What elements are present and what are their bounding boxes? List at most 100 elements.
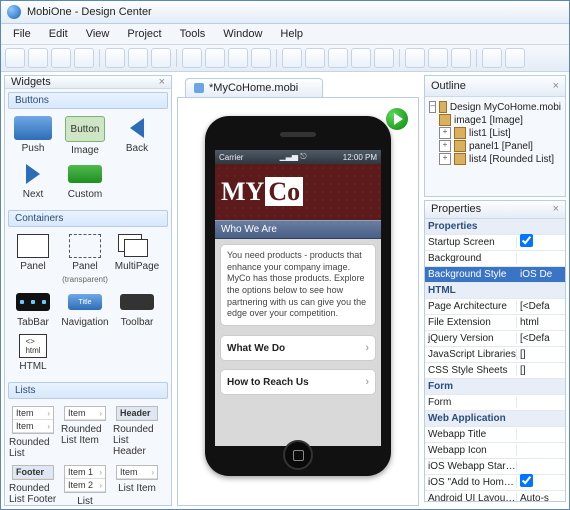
speaker-icon <box>280 132 316 137</box>
toolbar-button[interactable] <box>505 48 525 68</box>
properties-table[interactable]: Properties Startup Screen Background Bac… <box>425 219 565 501</box>
toolbar-button[interactable] <box>305 48 325 68</box>
widget-back[interactable]: Back <box>113 116 161 156</box>
toolbar-button[interactable] <box>151 48 171 68</box>
widget-toolbar[interactable]: Toolbar <box>113 290 161 328</box>
custom-icon <box>66 162 104 186</box>
widget-rounded-list-footer[interactable]: Footer Rounded List Footer <box>9 465 57 507</box>
banner-image[interactable]: MYCo <box>215 164 381 220</box>
prop-category[interactable]: Web Application <box>425 411 565 427</box>
document-tab-label: *MyCoHome.mobi <box>209 82 298 94</box>
prop-category[interactable]: Properties <box>425 219 565 235</box>
back-icon <box>118 116 156 140</box>
prop-row: CSS Style Sheets[] <box>425 363 565 379</box>
expand-icon[interactable]: + <box>439 140 451 152</box>
toolbar-button[interactable] <box>105 48 125 68</box>
toolbar-button[interactable] <box>282 48 302 68</box>
widget-custom[interactable]: Custom <box>61 162 109 200</box>
image-icon: Button <box>65 116 105 142</box>
toolbar-separator <box>476 49 477 67</box>
node-icon <box>454 127 466 139</box>
widget-panel[interactable]: Panel <box>9 234 57 284</box>
toolbar-button[interactable] <box>228 48 248 68</box>
prop-row: Form <box>425 395 565 411</box>
toolbar-button[interactable] <box>28 48 48 68</box>
section-lists[interactable]: Lists <box>8 382 168 399</box>
expand-icon[interactable]: + <box>439 127 451 139</box>
toolbar-button[interactable] <box>328 48 348 68</box>
lists-grid: Item› Item› Rounded List Item› Rounded L… <box>5 401 171 509</box>
toolbar-separator <box>176 49 177 67</box>
run-button[interactable] <box>386 108 408 130</box>
widget-panel-transparent[interactable]: Panel (transparent) <box>61 234 109 284</box>
prop-row: Background <box>425 251 565 267</box>
properties-tab[interactable]: Properties × <box>425 201 565 219</box>
widget-navigation[interactable]: Title Navigation <box>61 290 109 328</box>
toolbar-button[interactable] <box>451 48 471 68</box>
widget-push[interactable]: Push <box>9 116 57 156</box>
toolbar-button[interactable] <box>51 48 71 68</box>
toolbar-button[interactable] <box>428 48 448 68</box>
widget-image[interactable]: Button Image <box>61 116 109 156</box>
tree-item[interactable]: +list4 [Rounded List] <box>429 153 561 165</box>
close-icon[interactable]: × <box>159 76 165 88</box>
canvas[interactable]: ↖ Carrier ▁▃▅ ⎋ 12:00 PM MYCo <box>177 97 419 506</box>
outline-tree[interactable]: – Design MyCoHome.mobi image1 [Image] +l… <box>425 97 565 196</box>
outline-title: Outline <box>431 80 466 92</box>
toolbar-icon <box>118 290 156 314</box>
outline-tab[interactable]: Outline × <box>425 76 565 97</box>
toolbar-button[interactable] <box>74 48 94 68</box>
toolbar-button[interactable] <box>251 48 271 68</box>
rounded-list-item-icon: Item› <box>64 406 106 421</box>
widget-tabbar[interactable]: TabBar <box>9 290 57 328</box>
widget-list-item[interactable]: Item› List Item <box>113 465 161 507</box>
checkbox[interactable] <box>520 234 533 247</box>
menu-file[interactable]: File <box>5 26 39 42</box>
widget-rounded-list-item[interactable]: Item› Rounded List Item <box>61 406 109 459</box>
widgets-tab[interactable]: Widgets × <box>5 76 171 89</box>
widget-next[interactable]: Next <box>9 162 57 200</box>
menu-tools[interactable]: Tools <box>172 26 214 42</box>
toolbar-button[interactable] <box>5 48 25 68</box>
section-containers[interactable]: Containers <box>8 210 168 227</box>
link-how-to-reach-us[interactable]: How to Reach Us› <box>220 369 376 395</box>
toolbar-button[interactable] <box>205 48 225 68</box>
checkbox[interactable] <box>520 474 533 487</box>
tree-item[interactable]: +list1 [List] <box>429 127 561 139</box>
right-column: Outline × – Design MyCoHome.mobi image1 … <box>424 75 566 506</box>
close-icon[interactable]: × <box>553 203 559 215</box>
tree-root[interactable]: – Design MyCoHome.mobi <box>429 101 561 113</box>
widget-rounded-list-header[interactable]: Header Rounded List Header <box>113 406 161 459</box>
menu-edit[interactable]: Edit <box>41 26 76 42</box>
tree-item[interactable]: image1 [Image] <box>429 114 561 126</box>
toolbar-button[interactable] <box>351 48 371 68</box>
widget-list[interactable]: Item 1› Item 2› List <box>61 465 109 507</box>
menu-window[interactable]: Window <box>215 26 270 42</box>
prop-category[interactable]: HTML <box>425 283 565 299</box>
close-icon[interactable]: × <box>553 80 559 92</box>
menu-help[interactable]: Help <box>272 26 311 42</box>
home-button[interactable] <box>283 440 313 470</box>
toolbar-button[interactable] <box>374 48 394 68</box>
device-screen[interactable]: Carrier ▁▃▅ ⎋ 12:00 PM MYCo Who We Are Y… <box>215 150 381 446</box>
node-icon <box>439 114 451 126</box>
toolbar-button[interactable] <box>482 48 502 68</box>
widget-html[interactable]: <>html HTML <box>9 334 57 372</box>
collapse-icon[interactable]: – <box>429 101 436 113</box>
widget-rounded-list[interactable]: Item› Item› Rounded List <box>9 406 57 459</box>
expand-icon[interactable]: + <box>439 153 451 165</box>
toolbar-separator <box>276 49 277 67</box>
intro-paragraph[interactable]: You need products - products that enhanc… <box>220 244 376 326</box>
menu-project[interactable]: Project <box>119 26 169 42</box>
section-title[interactable]: Who We Are <box>215 220 381 239</box>
document-tab[interactable]: *MyCoHome.mobi <box>185 78 323 97</box>
menu-view[interactable]: View <box>78 26 118 42</box>
toolbar-button[interactable] <box>405 48 425 68</box>
section-buttons[interactable]: Buttons <box>8 92 168 109</box>
tree-item[interactable]: +panel1 [Panel] <box>429 140 561 152</box>
link-what-we-do[interactable]: What We Do› <box>220 335 376 361</box>
toolbar-button[interactable] <box>128 48 148 68</box>
prop-category[interactable]: Form <box>425 379 565 395</box>
toolbar-button[interactable] <box>182 48 202 68</box>
widget-multipage[interactable]: MultiPage <box>113 234 161 284</box>
